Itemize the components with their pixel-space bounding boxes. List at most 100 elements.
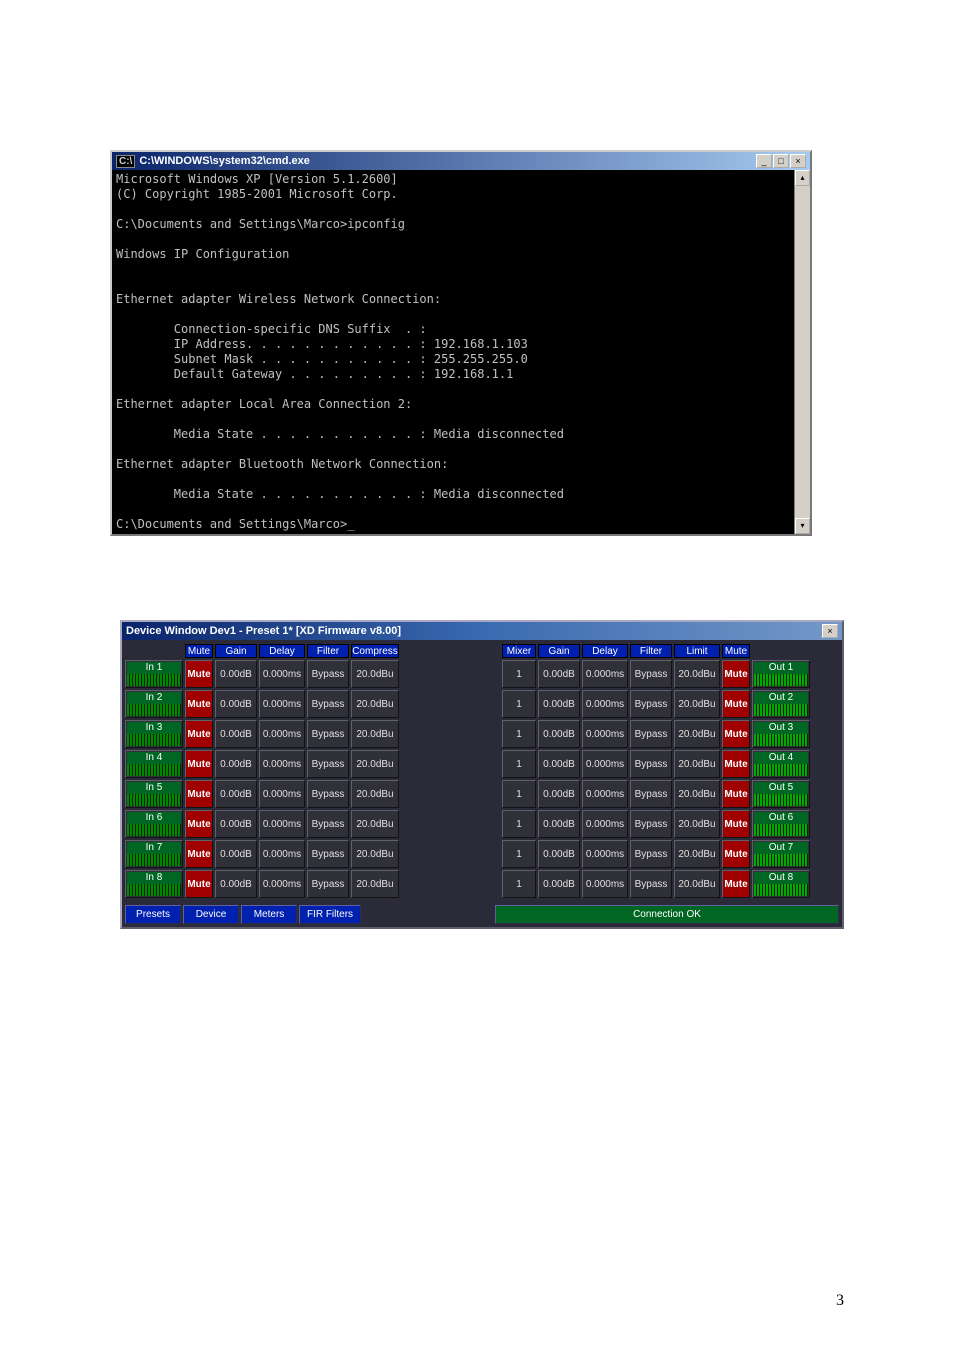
output-delay-button[interactable]: 0.000ms	[582, 660, 628, 688]
output-mute-button[interactable]: Mute	[722, 870, 750, 898]
input-label[interactable]: In 6	[125, 810, 183, 838]
output-mute-button[interactable]: Mute	[722, 780, 750, 808]
output-label[interactable]: Out 2	[752, 690, 810, 718]
input-gain-button[interactable]: 0.00dB	[215, 870, 257, 898]
input-delay-button[interactable]: 0.000ms	[259, 660, 305, 688]
input-gain-button[interactable]: 0.00dB	[215, 720, 257, 748]
output-delay-button[interactable]: 0.000ms	[582, 870, 628, 898]
output-gain-button[interactable]: 0.00dB	[538, 810, 580, 838]
input-label[interactable]: In 4	[125, 750, 183, 778]
input-filter-button[interactable]: Bypass	[307, 840, 349, 868]
input-gain-button[interactable]: 0.00dB	[215, 750, 257, 778]
input-filter-button[interactable]: Bypass	[307, 810, 349, 838]
scroll-up-icon[interactable]: ▴	[795, 170, 810, 186]
output-limit-button[interactable]: 20.0dBu	[674, 750, 720, 778]
output-limit-button[interactable]: 20.0dBu	[674, 660, 720, 688]
output-delay-button[interactable]: 0.000ms	[582, 750, 628, 778]
input-filter-button[interactable]: Bypass	[307, 870, 349, 898]
output-mute-button[interactable]: Mute	[722, 810, 750, 838]
device-close-button[interactable]: ×	[822, 624, 838, 638]
input-label[interactable]: In 5	[125, 780, 183, 808]
output-label[interactable]: Out 6	[752, 810, 810, 838]
output-mixer-button[interactable]: 1	[502, 750, 536, 778]
input-delay-button[interactable]: 0.000ms	[259, 870, 305, 898]
input-compress-button[interactable]: 20.0dBu	[351, 840, 399, 868]
output-gain-button[interactable]: 0.00dB	[538, 870, 580, 898]
fir-filters-button[interactable]: FIR Filters	[299, 905, 361, 924]
device-button[interactable]: Device	[183, 905, 239, 924]
output-delay-button[interactable]: 0.000ms	[582, 720, 628, 748]
output-filter-button[interactable]: Bypass	[630, 750, 672, 778]
output-filter-button[interactable]: Bypass	[630, 690, 672, 718]
meters-button[interactable]: Meters	[241, 905, 297, 924]
input-gain-button[interactable]: 0.00dB	[215, 840, 257, 868]
output-mixer-button[interactable]: 1	[502, 840, 536, 868]
input-label[interactable]: In 1	[125, 660, 183, 688]
output-limit-button[interactable]: 20.0dBu	[674, 690, 720, 718]
minimize-button[interactable]: _	[756, 154, 772, 168]
output-gain-button[interactable]: 0.00dB	[538, 840, 580, 868]
output-mixer-button[interactable]: 1	[502, 810, 536, 838]
output-filter-button[interactable]: Bypass	[630, 870, 672, 898]
input-mute-button[interactable]: Mute	[185, 840, 213, 868]
output-mixer-button[interactable]: 1	[502, 720, 536, 748]
output-mute-button[interactable]: Mute	[722, 660, 750, 688]
output-limit-button[interactable]: 20.0dBu	[674, 840, 720, 868]
scroll-down-icon[interactable]: ▾	[795, 518, 810, 534]
output-filter-button[interactable]: Bypass	[630, 840, 672, 868]
input-mute-button[interactable]: Mute	[185, 720, 213, 748]
input-filter-button[interactable]: Bypass	[307, 720, 349, 748]
output-label[interactable]: Out 5	[752, 780, 810, 808]
input-filter-button[interactable]: Bypass	[307, 780, 349, 808]
input-compress-button[interactable]: 20.0dBu	[351, 780, 399, 808]
input-delay-button[interactable]: 0.000ms	[259, 840, 305, 868]
output-label[interactable]: Out 7	[752, 840, 810, 868]
output-label[interactable]: Out 4	[752, 750, 810, 778]
output-limit-button[interactable]: 20.0dBu	[674, 720, 720, 748]
output-delay-button[interactable]: 0.000ms	[582, 840, 628, 868]
input-compress-button[interactable]: 20.0dBu	[351, 870, 399, 898]
output-filter-button[interactable]: Bypass	[630, 780, 672, 808]
input-compress-button[interactable]: 20.0dBu	[351, 720, 399, 748]
output-mixer-button[interactable]: 1	[502, 660, 536, 688]
input-mute-button[interactable]: Mute	[185, 690, 213, 718]
input-gain-button[interactable]: 0.00dB	[215, 780, 257, 808]
input-compress-button[interactable]: 20.0dBu	[351, 690, 399, 718]
input-mute-button[interactable]: Mute	[185, 810, 213, 838]
input-filter-button[interactable]: Bypass	[307, 660, 349, 688]
input-compress-button[interactable]: 20.0dBu	[351, 660, 399, 688]
output-mixer-button[interactable]: 1	[502, 870, 536, 898]
output-mixer-button[interactable]: 1	[502, 690, 536, 718]
input-compress-button[interactable]: 20.0dBu	[351, 750, 399, 778]
input-gain-button[interactable]: 0.00dB	[215, 810, 257, 838]
input-mute-button[interactable]: Mute	[185, 750, 213, 778]
input-mute-button[interactable]: Mute	[185, 870, 213, 898]
output-delay-button[interactable]: 0.000ms	[582, 780, 628, 808]
input-delay-button[interactable]: 0.000ms	[259, 780, 305, 808]
input-filter-button[interactable]: Bypass	[307, 690, 349, 718]
output-gain-button[interactable]: 0.00dB	[538, 660, 580, 688]
presets-button[interactable]: Presets	[125, 905, 181, 924]
output-mute-button[interactable]: Mute	[722, 750, 750, 778]
input-label[interactable]: In 3	[125, 720, 183, 748]
maximize-button[interactable]: □	[773, 154, 789, 168]
input-mute-button[interactable]: Mute	[185, 780, 213, 808]
output-gain-button[interactable]: 0.00dB	[538, 690, 580, 718]
input-delay-button[interactable]: 0.000ms	[259, 810, 305, 838]
output-gain-button[interactable]: 0.00dB	[538, 750, 580, 778]
output-label[interactable]: Out 8	[752, 870, 810, 898]
input-label[interactable]: In 7	[125, 840, 183, 868]
close-button[interactable]: ×	[790, 154, 806, 168]
output-filter-button[interactable]: Bypass	[630, 660, 672, 688]
input-compress-button[interactable]: 20.0dBu	[351, 810, 399, 838]
input-gain-button[interactable]: 0.00dB	[215, 690, 257, 718]
output-mute-button[interactable]: Mute	[722, 720, 750, 748]
output-filter-button[interactable]: Bypass	[630, 720, 672, 748]
input-delay-button[interactable]: 0.000ms	[259, 690, 305, 718]
output-label[interactable]: Out 1	[752, 660, 810, 688]
input-delay-button[interactable]: 0.000ms	[259, 750, 305, 778]
input-label[interactable]: In 8	[125, 870, 183, 898]
output-label[interactable]: Out 3	[752, 720, 810, 748]
output-mute-button[interactable]: Mute	[722, 840, 750, 868]
output-limit-button[interactable]: 20.0dBu	[674, 810, 720, 838]
